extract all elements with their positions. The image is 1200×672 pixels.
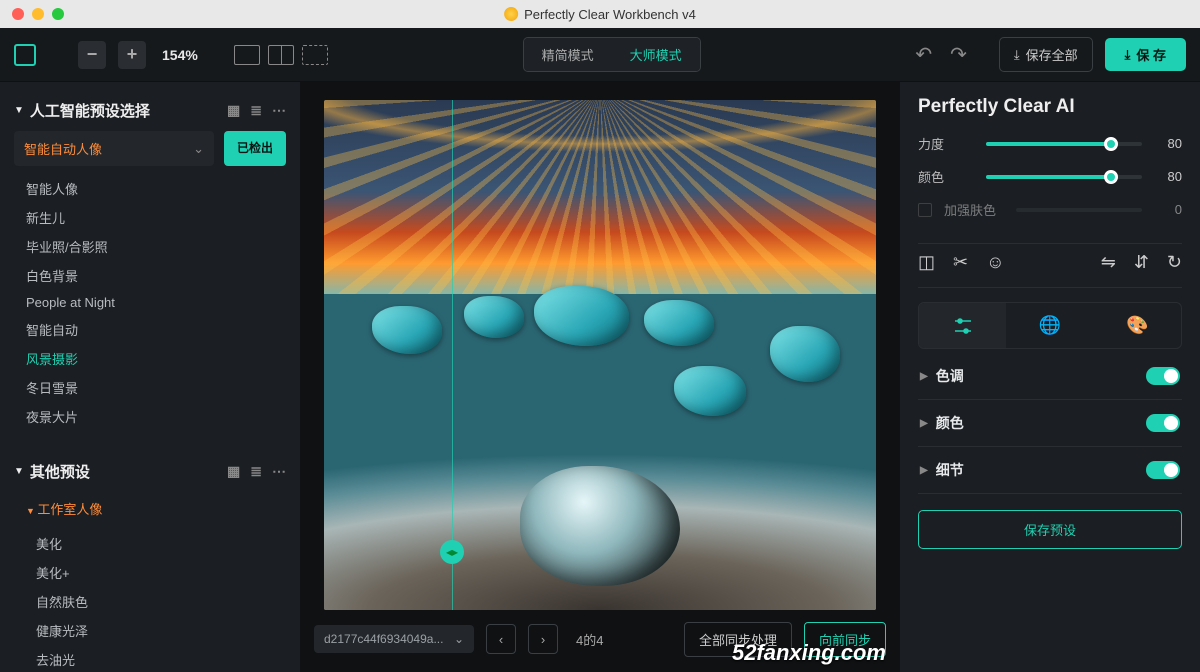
zoom-in-button[interactable]: +: [118, 41, 146, 69]
split-view-icon[interactable]: [268, 45, 294, 65]
canvas-area: ◂▸ d2177c44f6934049a...⌄ ‹ › 4的4 全部同步处理 …: [300, 82, 900, 672]
list-item[interactable]: 冬日雪景: [22, 373, 286, 402]
strength-slider-row: 力度 80: [918, 134, 1182, 153]
grid-view-icon[interactable]: ▦: [227, 463, 240, 480]
chevron-down-icon: ▼: [14, 105, 24, 116]
other-presets-header[interactable]: ▼ 其他预设 ▦ ≣ ⋯: [14, 461, 286, 482]
compare-slider[interactable]: ◂▸: [452, 100, 453, 610]
save-preset-button[interactable]: 保存预设: [918, 510, 1182, 549]
color-toggle[interactable]: [1146, 414, 1180, 432]
close-window-icon[interactable]: [12, 8, 24, 20]
list-item[interactable]: 白色背景: [22, 261, 286, 290]
panel-title: Perfectly Clear AI: [918, 96, 1182, 118]
color-slider[interactable]: [986, 175, 1142, 179]
undo-icon[interactable]: ↶: [915, 42, 932, 67]
flip-v-icon[interactable]: ⇵: [1134, 252, 1149, 273]
page-label: 4的4: [576, 630, 603, 649]
skin-slider[interactable]: [1016, 208, 1142, 212]
chevron-down-icon: ⌄: [454, 632, 464, 646]
chevron-right-icon: ▶: [920, 418, 928, 429]
zoom-level[interactable]: 154%: [162, 47, 198, 63]
app-icon: [504, 7, 518, 21]
file-name-dropdown[interactable]: d2177c44f6934049a...⌄: [314, 625, 474, 653]
skin-slider-row: 加强肤色 0: [918, 200, 1182, 219]
sliders-icon: [953, 317, 973, 335]
maximize-window-icon[interactable]: [52, 8, 64, 20]
view-mode-icons: [234, 45, 328, 65]
more-icon[interactable]: ⋯: [272, 463, 286, 480]
flip-h-icon[interactable]: ⇋: [1101, 252, 1116, 273]
studio-preset-list: 美化 美化+ 自然肤色 健康光泽 去油光 毛孔柔化 喷粉 温和覆盖: [14, 527, 286, 672]
preset-group[interactable]: ▼ 工作室人像: [22, 494, 286, 523]
list-item[interactable]: 去油光: [32, 645, 286, 672]
zoom-out-button[interactable]: −: [78, 41, 106, 69]
compare-icon[interactable]: ◫: [918, 252, 935, 273]
crop-view-icon[interactable]: [302, 45, 328, 65]
slider-handle-icon[interactable]: ◂▸: [440, 540, 464, 564]
accordion-detail[interactable]: ▶ 细节: [918, 447, 1182, 494]
list-view-icon[interactable]: ≣: [250, 463, 262, 480]
list-item[interactable]: 新生儿: [22, 203, 286, 232]
ai-presets-header[interactable]: ▼ 人工智能预设选择 ▦ ≣ ⋯: [14, 100, 286, 121]
traffic-lights: [0, 8, 64, 20]
grid-view-icon[interactable]: ▦: [227, 102, 240, 119]
left-panel: ▼ 人工智能预设选择 ▦ ≣ ⋯ 智能自动人像 ⌄ 已检出 智能人像 新生儿 毕…: [0, 82, 300, 672]
detail-toggle[interactable]: [1146, 461, 1180, 479]
chevron-right-icon: ▶: [920, 371, 928, 382]
mode-segment: 精简模式 大师模式: [523, 37, 701, 72]
preset-dropdown[interactable]: 智能自动人像 ⌄: [14, 131, 214, 166]
color-slider-row: 颜色 80: [918, 167, 1182, 186]
chevron-right-icon: ▶: [920, 465, 928, 476]
list-item[interactable]: 美化: [32, 529, 286, 558]
list-view-icon[interactable]: ≣: [250, 102, 262, 119]
chevron-down-icon: ⌄: [193, 141, 204, 157]
list-item[interactable]: 美化+: [32, 558, 286, 587]
list-item[interactable]: People at Night: [22, 290, 286, 315]
accordion-tone[interactable]: ▶ 色调: [918, 353, 1182, 400]
single-view-icon[interactable]: [234, 45, 260, 65]
download-icon: ⤓: [1014, 47, 1020, 63]
top-toolbar: − + 154% 精简模式 大师模式 ↶ ↷ ⤓保存全部 ⤓保 存: [0, 28, 1200, 82]
tab-art[interactable]: 🎨: [1094, 303, 1181, 348]
right-panel: Perfectly Clear AI 力度 80 颜色 80 加强肤色 0 ◫ …: [900, 82, 1200, 672]
tone-toggle[interactable]: [1146, 367, 1180, 385]
list-item[interactable]: 智能自动: [22, 315, 286, 344]
watermark: 52fanxing.com: [732, 640, 886, 666]
save-all-button[interactable]: ⤓保存全部: [999, 37, 1093, 72]
list-item[interactable]: 健康光泽: [32, 616, 286, 645]
detect-button[interactable]: 已检出: [224, 131, 286, 166]
skin-checkbox[interactable]: [918, 203, 932, 217]
tab-globe[interactable]: 🌐: [1006, 303, 1093, 348]
crop-icon[interactable]: ✂: [953, 252, 968, 273]
prev-image-button[interactable]: ‹: [486, 624, 516, 654]
window-title: Perfectly Clear Workbench v4: [504, 7, 696, 22]
image-canvas[interactable]: ◂▸: [324, 100, 876, 610]
other-preset-list: ▼ 工作室人像: [14, 492, 286, 527]
mode-simple[interactable]: 精简模式: [524, 38, 612, 71]
titlebar: Perfectly Clear Workbench v4: [0, 0, 1200, 28]
list-item[interactable]: 自然肤色: [32, 587, 286, 616]
tab-sliders[interactable]: [919, 303, 1006, 348]
download-icon: ⤓: [1125, 47, 1131, 63]
ai-preset-list: 智能人像 新生儿 毕业照/合影照 白色背景 People at Night 智能…: [14, 172, 286, 435]
adjust-tabs: 🌐 🎨: [918, 302, 1182, 349]
tool-iconbar: ◫ ✂ ☺ ⇋ ⇵ ↻: [918, 243, 1182, 288]
rotate-icon[interactable]: ↻: [1167, 252, 1182, 273]
list-item[interactable]: 毕业照/合影照: [22, 232, 286, 261]
list-item[interactable]: 智能人像: [22, 174, 286, 203]
list-item[interactable]: 风景摄影: [22, 344, 286, 373]
accordion-color[interactable]: ▶ 颜色: [918, 400, 1182, 447]
next-image-button[interactable]: ›: [528, 624, 558, 654]
more-icon[interactable]: ⋯: [272, 102, 286, 119]
minimize-window-icon[interactable]: [32, 8, 44, 20]
list-item[interactable]: 夜景大片: [22, 402, 286, 431]
chevron-down-icon: ▼: [14, 466, 24, 477]
face-icon[interactable]: ☺: [986, 252, 1004, 273]
mode-master[interactable]: 大师模式: [612, 38, 700, 71]
undo-redo-group: ↶ ↷: [915, 42, 967, 67]
strength-slider[interactable]: [986, 142, 1142, 146]
app-logo-icon[interactable]: [14, 44, 36, 66]
redo-icon[interactable]: ↷: [950, 42, 967, 67]
save-button[interactable]: ⤓保 存: [1105, 38, 1186, 71]
